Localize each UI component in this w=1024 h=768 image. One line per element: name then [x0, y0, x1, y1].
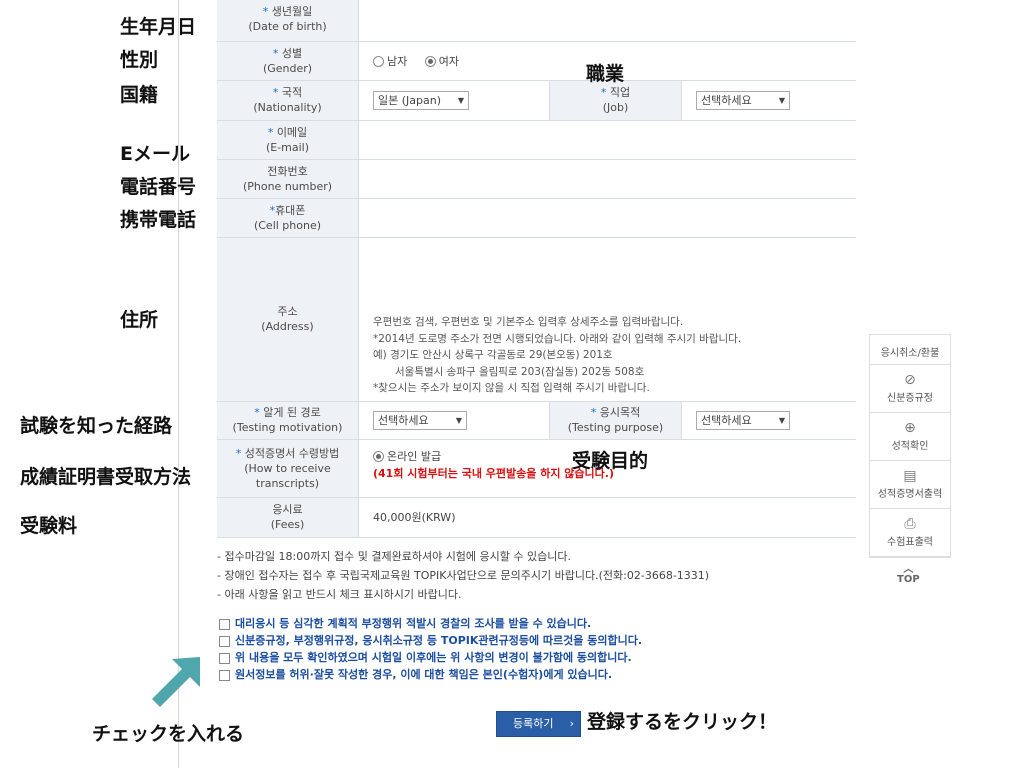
agreement-item: 대리응시 등 심각한 계획적 부정행위 적발시 경찰의 조사를 받을 수 있습니…	[219, 615, 642, 632]
address-row: 주소 (Address) 우편번호 검색, 우편번호 및 기본주소 입력후 상세주…	[217, 237, 856, 402]
search-plus-icon: ⊕	[904, 420, 916, 436]
chevron-down-icon: ▼	[455, 415, 462, 425]
nationality-row: * 국적 (Nationality) 일본 (Japan) ▼ * 직업 (Job) …	[217, 80, 856, 121]
nationality-field: 일본 (Japan) ▼	[358, 80, 550, 121]
address-help-line: 우편번호 검색, 우편번호 및 기본주소 입력후 상세주소를 입력바랍니다.	[373, 316, 684, 328]
dob-field[interactable]	[358, 0, 856, 42]
agreement-checkbox[interactable]	[219, 652, 230, 664]
agreement-checkbox[interactable]	[219, 618, 230, 630]
email-field[interactable]	[358, 120, 856, 160]
annotation-job: 職業	[586, 63, 625, 85]
agreement-checklist: 대리응시 등 심각한 계획적 부정행위 적발시 경찰의 조사를 받을 수 있습니…	[219, 615, 642, 683]
phone-row: 전화번호 (Phone number)	[217, 159, 856, 199]
gender-row: * 성별 (Gender) 남자 여자	[217, 41, 856, 81]
annotation-email: Eメール	[120, 143, 190, 165]
nationality-select[interactable]: 일본 (Japan) ▼	[373, 90, 469, 110]
quick-menu-score-check[interactable]: ⊕ 성적확인	[870, 413, 950, 461]
address-help-line: 예) 경기도 안산시 상록구 각골동로 29(본오동) 201호	[373, 349, 613, 361]
gender-male-radio[interactable]	[373, 56, 384, 67]
certificate-icon: ▤	[903, 468, 917, 484]
motivation-row: * 알게 된 경로 (Testing motivation) 선택하세요 ▼ * 응…	[217, 401, 856, 440]
quick-menu-sidebar: 응시취소/환불 ⊘ 신분증규정 ⊕ 성적확인 ▤ 성적증명서출력 ⎙ 수험표출력	[869, 334, 951, 558]
address-field[interactable]: 우편번호 검색, 우편번호 및 기본주소 입력후 상세주소를 입력바랍니다. *…	[358, 237, 856, 402]
dob-row: * 생년월일 (Date of birth)	[217, 0, 856, 42]
annotation-transcript: 成績証明書受取方法	[20, 466, 192, 488]
motivation-field: 선택하세요 ▼	[358, 401, 550, 440]
quick-menu-cancel-refund[interactable]: 응시취소/환불	[870, 335, 950, 365]
register-button[interactable]: 등록하기 ›	[496, 711, 581, 737]
annotation-address: 住所	[120, 309, 159, 331]
phone-label: 전화번호 (Phone number)	[217, 159, 359, 199]
annotation-cell: 携帯電話	[120, 209, 197, 231]
annotation-click: 登録するをクリック！	[587, 711, 778, 733]
gender-label: * 성별 (Gender)	[217, 41, 359, 81]
quick-menu-transcript-print[interactable]: ▤ 성적증명서출력	[870, 461, 950, 509]
annotation-gender: 性別	[120, 49, 159, 71]
chevron-down-icon: ▼	[457, 95, 464, 105]
notice-item: - 장애인 접수자는 접수 후 국립국제교육원 TOPIK사업단으로 문의주시기…	[217, 569, 710, 582]
dob-label: * 생년월일 (Date of birth)	[217, 0, 359, 42]
notice-item: - 아래 사항을 읽고 반드시 체크 표시하시기 바랍니다.	[217, 588, 462, 601]
address-help-line: *2014년 도로명 주소가 전면 시행되었습니다. 아래와 같이 입력해 주시…	[373, 332, 742, 345]
annotation-purpose: 受験目的	[572, 450, 649, 472]
printer-icon: ⎙	[904, 516, 916, 532]
chevron-up-icon: ︿	[903, 564, 914, 575]
annotation-phone: 電話番号	[120, 176, 197, 198]
agreement-checkbox[interactable]	[219, 635, 230, 647]
job-field: 선택하세요 ▼	[681, 80, 856, 121]
cell-row: *휴대폰 (Cell phone)	[217, 198, 856, 238]
email-label: * 이메일 (E-mail)	[217, 120, 359, 160]
gender-female-radio[interactable]	[424, 56, 436, 67]
agreement-item: 원서정보를 허위·잘못 작성한 경우, 이에 대한 책임은 본인(수험자)에게 …	[219, 666, 642, 683]
pointer-arrow-icon	[152, 657, 200, 707]
notice-list: - 접수마감일 18:00까지 접수 및 결제완료하셔야 시험에 응시할 수 있…	[217, 547, 709, 604]
cell-label: *휴대폰 (Cell phone)	[217, 198, 359, 238]
fees-value: 40,000원(KRW)	[358, 497, 856, 538]
chevron-down-icon: ▼	[778, 415, 785, 425]
quick-menu-admission-ticket[interactable]: ⎙ 수험표출력	[870, 509, 950, 557]
fees-label: 응시료 (Fees)	[217, 497, 359, 538]
address-help-line: *찾으시는 주소가 보이지 않을 시 직접 입력해 주시기 바랍니다.	[373, 382, 650, 394]
fees-row: 응시료 (Fees) 40,000원(KRW)	[217, 497, 856, 538]
notice-item: - 접수마감일 18:00까지 접수 및 결제완료하셔야 시험에 응시할 수 있…	[217, 550, 571, 563]
application-form: * 생년월일 (Date of birth) * 성별 (Gender) 남자 여자…	[217, 0, 856, 538]
quick-menu-id-rules[interactable]: ⊘ 신분증규정	[870, 365, 950, 413]
annotation-fees: 受験料	[20, 515, 78, 537]
job-select[interactable]: 선택하세요 ▼	[696, 90, 790, 110]
ban-icon: ⊘	[904, 372, 916, 388]
purpose-field: 선택하세요 ▼	[681, 401, 856, 440]
transcript-label: * 성적증명서 수령방법 (How to receive transcripts)	[217, 439, 359, 498]
agreement-checkbox[interactable]	[219, 669, 230, 681]
annotation-nationality: 国籍	[120, 84, 159, 106]
agreement-item: 위 내용을 모두 확인하였으며 시험일 이후에는 위 사항의 변경이 불가함에 …	[219, 649, 642, 666]
nationality-label: * 국적 (Nationality)	[217, 80, 359, 121]
motivation-label: * 알게 된 경로 (Testing motivation)	[217, 401, 359, 440]
email-row: * 이메일 (E-mail)	[217, 120, 856, 160]
chevron-right-icon: ›	[569, 717, 574, 730]
purpose-label: * 응시목적 (Testing purpose)	[549, 401, 682, 440]
agreement-item: 신분증규정, 부정행위규정, 응시취소규정 등 TOPIK관련규정등에 따르것을…	[219, 632, 642, 649]
content-divider-line	[178, 0, 179, 768]
scroll-top-button[interactable]: ︿ TOP	[897, 564, 920, 586]
phone-field[interactable]	[358, 159, 856, 199]
transcript-online-radio[interactable]	[373, 451, 384, 462]
annotation-motivation: 試験を知った経路	[20, 415, 173, 437]
purpose-select[interactable]: 선택하세요 ▼	[696, 410, 790, 430]
transcript-row: * 성적증명서 수령방법 (How to receive transcripts) …	[217, 439, 856, 498]
address-label: 주소 (Address)	[217, 237, 359, 402]
cell-field[interactable]	[358, 198, 856, 238]
job-label: * 직업 (Job)	[549, 80, 682, 121]
address-help-line: 서울특별시 송파구 올림픽로 203(잠실동) 202동 508호	[395, 365, 645, 378]
annotation-check: チェックを入れる	[92, 723, 245, 745]
chevron-down-icon: ▼	[778, 95, 785, 105]
annotation-dob: 生年月日	[120, 16, 197, 38]
motivation-select[interactable]: 선택하세요 ▼	[373, 410, 467, 430]
